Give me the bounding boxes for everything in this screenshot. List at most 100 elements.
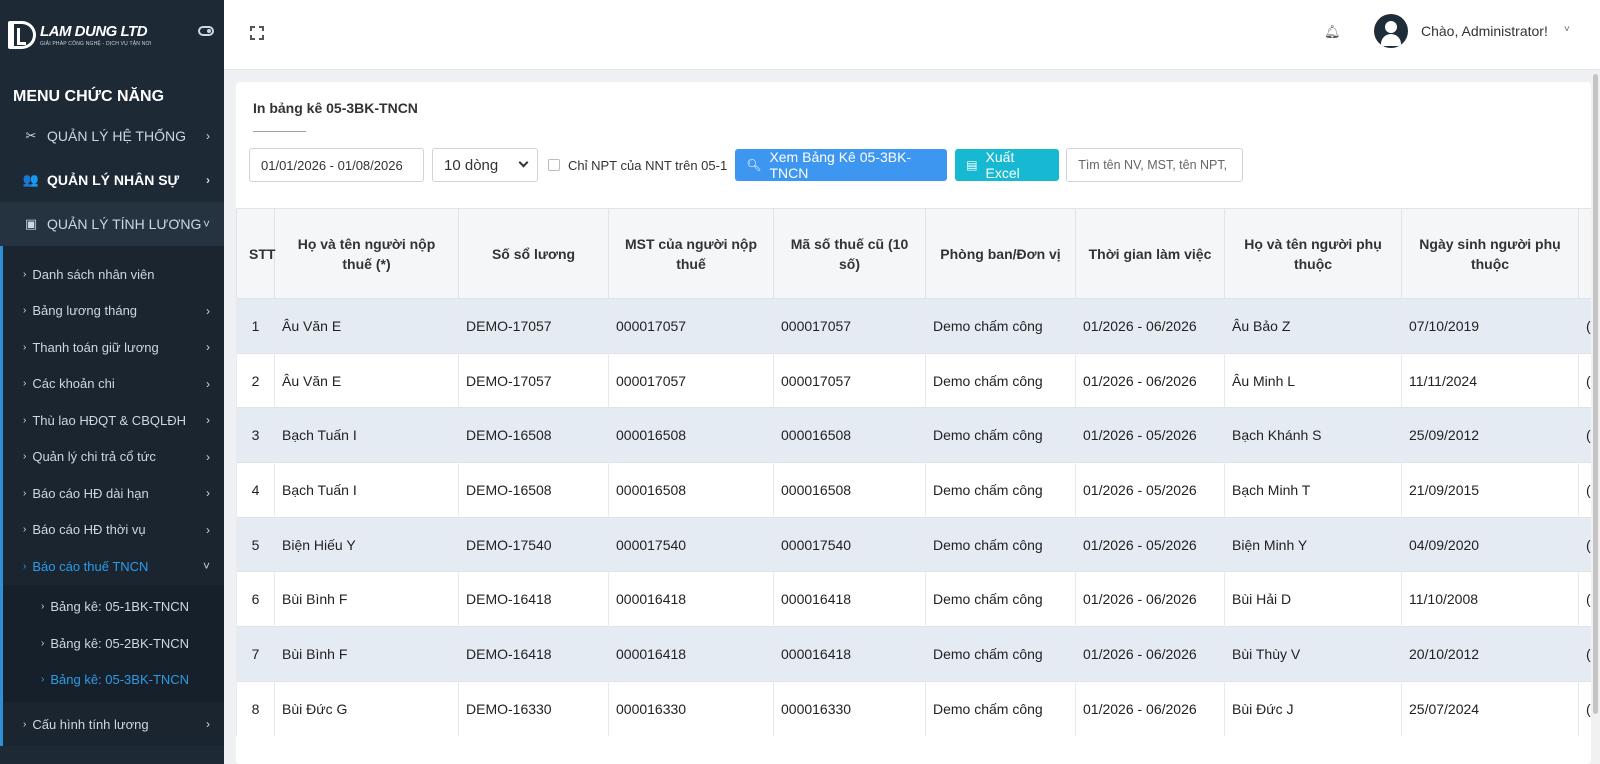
table-cell: 21/09/2015 bbox=[1401, 462, 1579, 518]
table-cell: Demo chấm công bbox=[925, 352, 1076, 408]
table-row[interactable]: 7 Bùi Bình F DEMO-16418 000016418 000016418 D… bbox=[236, 626, 1591, 682]
menu-group-hr[interactable]: 👥 QUẢN LÝ NHÂN SỰ › bbox=[0, 158, 224, 202]
sidebar-item-employees[interactable]: › Danh sách nhân viên bbox=[3, 256, 224, 293]
menu-title: MENU CHỨC NĂNG bbox=[13, 88, 165, 105]
table-row[interactable]: 3 Bạch Tuấn I DEMO-16508 000016508 000016508… bbox=[236, 407, 1591, 463]
table-cell: 01/2026 - 06/2026 bbox=[1075, 352, 1225, 408]
sidebar-item-payroll-config[interactable]: › Cấu hình tính lương › bbox=[3, 702, 224, 746]
table-cell: 000017540 bbox=[608, 516, 774, 572]
avatar[interactable] bbox=[1374, 14, 1408, 48]
table-cell: ( bbox=[1578, 680, 1591, 736]
table-cell: 20/10/2012 bbox=[1401, 626, 1579, 682]
column-header: STT bbox=[236, 208, 275, 299]
chevron-down-icon: ˅ bbox=[202, 217, 210, 231]
file-icon: ▤ bbox=[966, 158, 978, 172]
chevron-right-icon: › bbox=[206, 173, 210, 187]
table-cell: 01/2026 - 06/2026 bbox=[1075, 626, 1225, 682]
menu-group-payroll[interactable]: ▣ QUẢN LÝ TÍNH LƯƠNG ˅ bbox=[0, 202, 224, 246]
table-cell: DEMO-16418 bbox=[458, 626, 609, 682]
rows-per-page-select[interactable]: 10 dòng bbox=[432, 148, 538, 182]
table-row[interactable]: 2 Âu Văn E DEMO-17057 000017057 000017057 Dem… bbox=[236, 352, 1591, 408]
table-cell: 000016508 bbox=[773, 462, 926, 518]
column-header: Phòng ban/Đơn vị bbox=[925, 208, 1076, 299]
column-header: MST của người nộp thuế bbox=[608, 208, 774, 299]
table-cell: Bạch Tuấn I bbox=[274, 462, 459, 518]
npt-filter-checkbox-wrap[interactable]: Chỉ NPT của NNT trên 05-1 bbox=[548, 158, 727, 173]
pit-submenu: › Bảng kê: 05-1BK-TNCN › Bảng kê: 05-2BK-T… bbox=[3, 584, 224, 702]
payroll-submenu: › Danh sách nhân viên › Bảng lương tháng › … bbox=[0, 246, 224, 746]
chevron-right-icon: › bbox=[206, 486, 210, 501]
table-cell: ( bbox=[1578, 516, 1591, 572]
sidebar-item-seasonal-report[interactable]: › Báo cáo HĐ thời vụ › bbox=[3, 512, 224, 549]
search-input[interactable]: Tìm tên NV, MST, tên NPT, bbox=[1066, 148, 1244, 182]
sidebar-item-expenses[interactable]: › Các khoản chi › bbox=[3, 366, 224, 403]
chevron-down-icon bbox=[518, 157, 529, 168]
money-icon: ▣ bbox=[24, 216, 38, 231]
npt-filter-checkbox[interactable] bbox=[548, 159, 560, 171]
caret-icon: › bbox=[23, 524, 27, 536]
sidebar-item-longterm-report[interactable]: › Báo cáo HĐ dài hạn › bbox=[3, 475, 224, 512]
sidebar-subitem-05-1bk[interactable]: › Bảng kê: 05-1BK-TNCN bbox=[3, 589, 224, 626]
table-cell: 25/07/2024 bbox=[1401, 680, 1579, 736]
table-cell: 000016418 bbox=[608, 571, 774, 627]
table-cell: 000016418 bbox=[608, 626, 774, 682]
sidebar-item-pit-report[interactable]: › Báo cáo thuế TNCN ˅ bbox=[3, 548, 224, 585]
caret-icon: › bbox=[23, 414, 27, 426]
table-cell: 04/09/2020 bbox=[1401, 516, 1579, 572]
table-cell: Bùi Đức J bbox=[1224, 680, 1402, 736]
top-header: 🔔︎ Chào, Administrator! ˅ bbox=[224, 0, 1600, 70]
table-cell: 1 bbox=[236, 298, 275, 354]
table-cell: DEMO-17057 bbox=[458, 298, 609, 354]
table-cell: Bùi Hải D bbox=[1224, 571, 1402, 627]
sidebar: LAM DUNG LTD GIẢI PHÁP CÔNG NGHỆ - DỊCH … bbox=[0, 0, 224, 764]
toolbar: 01/01/2026 - 01/08/2026 10 dòng Chỉ NPT … bbox=[249, 148, 1244, 182]
sidebar-item-board-remuneration[interactable]: › Thù lao HĐQT & CBQLĐH › bbox=[3, 402, 224, 439]
table-row[interactable]: 4 Bạch Tuấn I DEMO-16508 000016508 000016508… bbox=[236, 462, 1591, 518]
sidebar-item-dividends[interactable]: › Quản lý chi trả cổ tức › bbox=[3, 439, 224, 476]
sidebar-item-held-salary[interactable]: › Thanh toán giữ lương › bbox=[3, 329, 224, 366]
view-report-button[interactable]: 🔍︎ Xem Bảng Kê 05-3BK-TNCN bbox=[735, 149, 948, 181]
npt-filter-label: Chỉ NPT của NNT trên 05-1 bbox=[568, 157, 728, 173]
caret-icon: › bbox=[23, 268, 27, 280]
user-greeting[interactable]: Chào, Administrator! bbox=[1421, 23, 1548, 39]
table-cell: 000017057 bbox=[608, 298, 774, 354]
sidebar-toggle-icon[interactable] bbox=[198, 26, 214, 36]
sidebar-subitem-05-2bk[interactable]: › Bảng kê: 05-2BK-TNCN bbox=[3, 625, 224, 662]
fullscreen-icon[interactable] bbox=[250, 26, 264, 40]
table-cell: 7 bbox=[236, 626, 275, 682]
rows-per-page-value: 10 dòng bbox=[444, 156, 499, 174]
column-header bbox=[1578, 208, 1591, 299]
sidebar-subitem-05-3bk[interactable]: › Bảng kê: 05-3BK-TNCN bbox=[3, 662, 224, 699]
table-cell: Biện Minh Y bbox=[1224, 516, 1402, 572]
table-cell: 2 bbox=[236, 352, 275, 408]
table-cell: 4 bbox=[236, 462, 275, 518]
caret-icon: › bbox=[41, 674, 45, 686]
caret-icon: › bbox=[41, 637, 45, 649]
export-excel-button[interactable]: ▤ Xuất Excel bbox=[955, 149, 1060, 181]
table-row[interactable]: 6 Bùi Bình F DEMO-16418 000016418 000016418 D… bbox=[236, 571, 1591, 627]
table-row[interactable]: 8 Bùi Đức G DEMO-16330 000016330 000016330 De… bbox=[236, 680, 1591, 736]
chevron-right-icon: › bbox=[206, 522, 210, 537]
table-cell: 000017057 bbox=[773, 298, 926, 354]
bell-icon[interactable]: 🔔︎ bbox=[1324, 24, 1341, 40]
table-cell: 07/10/2019 bbox=[1401, 298, 1579, 354]
menu-group-system[interactable]: ✂ QUẢN LÝ HỆ THỐNG › bbox=[0, 114, 224, 158]
date-range-input[interactable]: 01/01/2026 - 01/08/2026 bbox=[249, 148, 424, 182]
table-row[interactable]: 5 Biện Hiếu Y DEMO-17540 000017540 000017540… bbox=[236, 516, 1591, 572]
table-cell: 000017057 bbox=[773, 352, 926, 408]
table-row[interactable]: 1 Âu Văn E DEMO-17057 000017057 000017057 Dem… bbox=[236, 298, 1591, 354]
users-icon: 👥 bbox=[22, 172, 40, 187]
chevron-right-icon: › bbox=[206, 413, 210, 428]
chevron-down-icon[interactable]: ˅ bbox=[1564, 24, 1570, 35]
page-scrollbar[interactable] bbox=[1591, 70, 1600, 764]
table-cell: ( bbox=[1578, 407, 1591, 463]
table-cell: 000016418 bbox=[773, 626, 926, 682]
caret-icon: › bbox=[23, 378, 27, 390]
chevron-down-icon: ˅ bbox=[202, 559, 210, 574]
table-cell: 11/10/2008 bbox=[1401, 571, 1579, 627]
brand-tagline: GIẢI PHÁP CÔNG NGHỆ - DỊCH VỤ TẬN NƠI bbox=[40, 41, 152, 47]
sidebar-item-monthly-payroll[interactable]: › Bảng lương tháng › bbox=[3, 293, 224, 330]
chevron-right-icon: › bbox=[206, 129, 210, 143]
menu-group-label: QUẢN LÝ HỆ THỐNG bbox=[47, 128, 186, 144]
caret-icon: › bbox=[41, 601, 45, 613]
